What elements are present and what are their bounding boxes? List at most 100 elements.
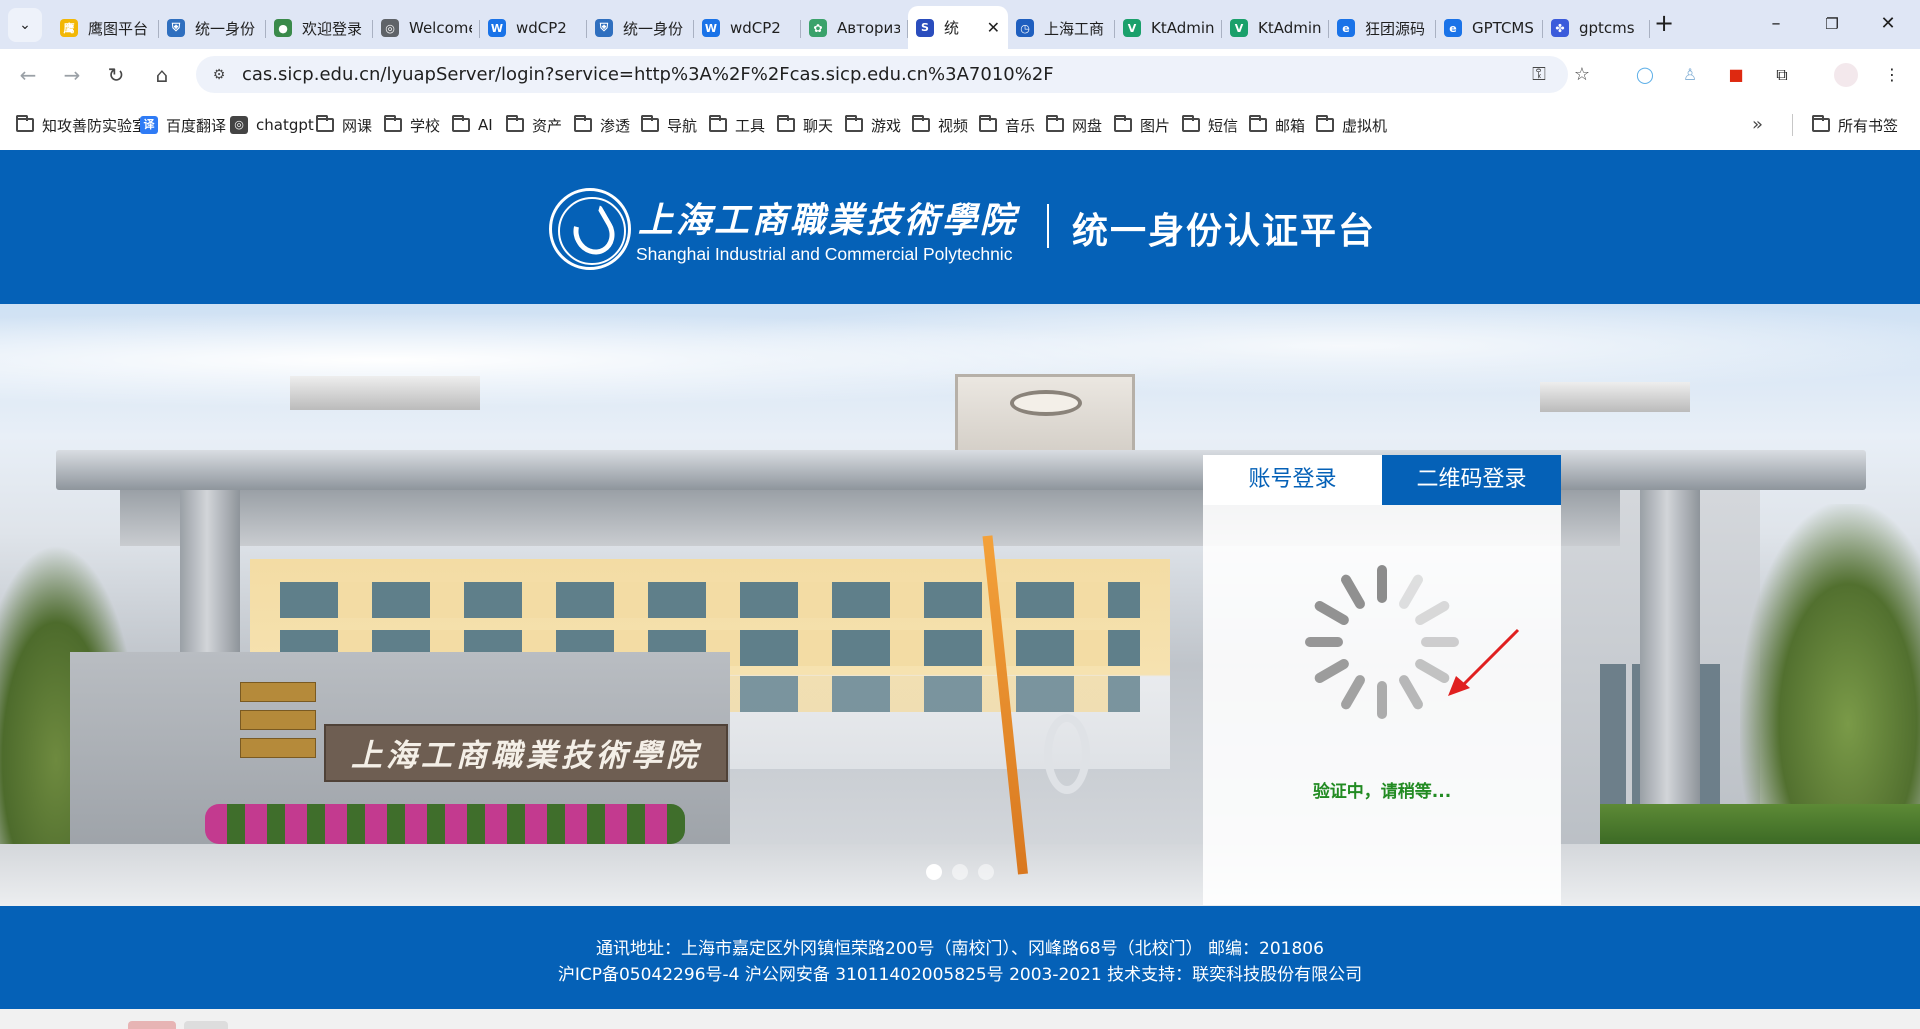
bookmark-item[interactable]: 聊天: [777, 114, 833, 136]
browser-tab[interactable]: ✿ Авторизация: [801, 9, 908, 47]
chevron-double-right-icon[interactable]: »: [1752, 114, 1763, 135]
tab-qrcode-login[interactable]: 二维码登录: [1382, 455, 1561, 505]
browser-tab[interactable]: S 统 ✕: [908, 6, 1008, 49]
reload-icon[interactable]: ↻: [100, 59, 132, 91]
address-bar[interactable]: ⚙ cas.sicp.edu.cn/lyuapServer/login?serv…: [196, 56, 1590, 93]
bookmark-item[interactable]: 音乐: [979, 114, 1035, 136]
folder-icon: [979, 115, 997, 132]
ring-sculpture: [1044, 714, 1090, 794]
close-icon[interactable]: ✕: [1868, 8, 1908, 40]
extension-robot-icon[interactable]: ♙: [1678, 64, 1702, 86]
bookmark-item[interactable]: 虚拟机: [1316, 114, 1387, 136]
bookmarks-bar: 知攻善防实验室译百度翻译 ◎ chatgpt 网课 学校 AI 资产 渗透 导航 工具 聊天 游戏 视频…: [0, 100, 1920, 150]
bookmark-item[interactable]: 网课: [316, 114, 372, 136]
footer-copyright: 沪ICP备05042296号-4 沪公网安备 31011402005825号 2…: [557, 965, 1363, 985]
plaque: [240, 682, 316, 702]
site-info-icon[interactable]: ⚙: [208, 64, 230, 86]
tab-title: KtAdmin: [1258, 19, 1321, 37]
browser-tab[interactable]: e 狂团源码: [1329, 9, 1436, 47]
verification-status: 验证中，请稍等...: [1312, 782, 1452, 802]
extension-circle-icon[interactable]: ◯: [1633, 64, 1657, 86]
tab-title: wdCP2: [730, 19, 781, 37]
forward-arrow-icon[interactable]: →: [56, 59, 88, 91]
plaque: [240, 738, 316, 758]
carousel-dot[interactable]: [952, 864, 968, 880]
url-text[interactable]: cas.sicp.edu.cn/lyuapServer/login?servic…: [242, 64, 1054, 85]
bookmark-item[interactable]: 渗透: [574, 114, 630, 136]
browser-tab[interactable]: ⛨ 统一身份: [587, 9, 694, 47]
favicon-icon: S: [916, 18, 934, 37]
browser-tab[interactable]: ◷ 上海工商: [1008, 9, 1115, 47]
browser-tab[interactable]: WwdCP2: [694, 9, 801, 47]
bookmark-label: 虚拟机: [1342, 116, 1388, 135]
folder-icon: [777, 115, 795, 132]
browser-tab[interactable]: ◎ Welcome: [373, 9, 480, 47]
browser-tab[interactable]: V KtAdmin: [1222, 9, 1329, 47]
folder-icon: [452, 115, 470, 132]
minimize-icon[interactable]: –: [1756, 8, 1796, 40]
bookmark-item[interactable]: 导航: [641, 114, 697, 136]
bookmark-label: 短信: [1208, 116, 1239, 135]
tab-account-login[interactable]: 账号登录: [1203, 455, 1382, 505]
carousel-dot[interactable]: [978, 864, 994, 880]
bookmark-item[interactable]: 资产: [506, 114, 562, 136]
browser-tab[interactable]: ⛨ 统一身份: [159, 9, 266, 47]
kebab-menu-icon[interactable]: ⋮: [1880, 64, 1904, 86]
favicon-icon: ●: [274, 19, 292, 37]
browser-tab[interactable]: WwdCP2: [480, 9, 587, 47]
tab-title: 欢迎登录: [302, 19, 363, 38]
bookmark-item[interactable]: 游戏: [845, 114, 901, 136]
home-icon[interactable]: ⌂: [146, 59, 178, 91]
bookmark-label: 导航: [667, 116, 698, 135]
browser-tab[interactable]: e GPTCMS: [1436, 9, 1543, 47]
bookmark-item[interactable]: AI: [452, 114, 493, 136]
tab-title: Авторизация: [837, 19, 900, 37]
folder-icon: [1114, 115, 1132, 132]
favicon-icon: 鹰: [60, 19, 78, 37]
bookmark-item[interactable]: 短信: [1182, 114, 1238, 136]
bookmark-label: 学校: [410, 116, 441, 135]
close-tab-icon[interactable]: ✕: [987, 18, 1000, 37]
china-flag-icon[interactable]: ■: [1724, 64, 1748, 86]
bookmark-label: 邮箱: [1275, 116, 1306, 135]
plus-icon[interactable]: +: [1650, 10, 1678, 38]
bookmark-item[interactable]: 译百度翻译: [140, 114, 226, 136]
spinner-spoke: [1312, 599, 1351, 627]
plaque: [240, 710, 316, 730]
favicon-icon: ⛨: [595, 19, 613, 37]
bookmark-label: 工具: [735, 116, 766, 135]
spinner-spoke: [1377, 565, 1387, 603]
bookmark-item[interactable]: 邮箱: [1249, 114, 1305, 136]
window-row: [280, 582, 1140, 618]
favicon-icon: ✿: [809, 19, 827, 37]
chevron-down-icon[interactable]: ⌄: [8, 8, 42, 42]
bookmark-item[interactable]: 工具: [709, 114, 765, 136]
bookmark-item[interactable]: 学校: [384, 114, 440, 136]
folder-icon: [1182, 115, 1200, 132]
folder-icon: [845, 115, 863, 132]
browser-tab[interactable]: ✤ gptcms: [1543, 9, 1650, 47]
bookmark-item[interactable]: 网盘: [1046, 114, 1102, 136]
campus-banner: 上海工商職業技術學院: [0, 304, 1920, 906]
wall-sign-text: 上海工商職業技術學院: [351, 738, 701, 774]
bookmark-item[interactable]: 知攻善防实验室: [16, 114, 147, 136]
browser-tab[interactable]: ● 欢迎登录: [266, 9, 373, 47]
header-divider: [1047, 204, 1049, 248]
key-icon[interactable]: ⚿: [1527, 63, 1551, 87]
carousel-dot[interactable]: [926, 864, 942, 880]
flower-bed: [205, 804, 685, 844]
bookmark-item[interactable]: 图片: [1114, 114, 1170, 136]
browser-tab[interactable]: V KtAdmin: [1115, 9, 1222, 47]
star-icon[interactable]: ☆: [1570, 63, 1594, 87]
bookmark-item[interactable]: 视频: [912, 114, 968, 136]
footer-address: 通讯地址：上海市嘉定区外冈镇恒荣路200号（南校门）、冈峰路68号（北校门） 邮…: [596, 939, 1324, 959]
tab-title: KtAdmin: [1151, 19, 1214, 37]
puzzle-icon[interactable]: ⧉: [1770, 64, 1794, 86]
avatar[interactable]: [1834, 63, 1858, 87]
all-bookmarks[interactable]: 所有书签: [1812, 114, 1898, 136]
browser-tab[interactable]: 鹰鹰图平台: [52, 9, 159, 47]
restore-icon[interactable]: ❐: [1812, 8, 1852, 40]
bookmark-item[interactable]: ◎ chatgpt: [230, 114, 314, 136]
back-arrow-icon[interactable]: ←: [12, 59, 44, 91]
favicon-icon: ⛨: [167, 19, 185, 37]
